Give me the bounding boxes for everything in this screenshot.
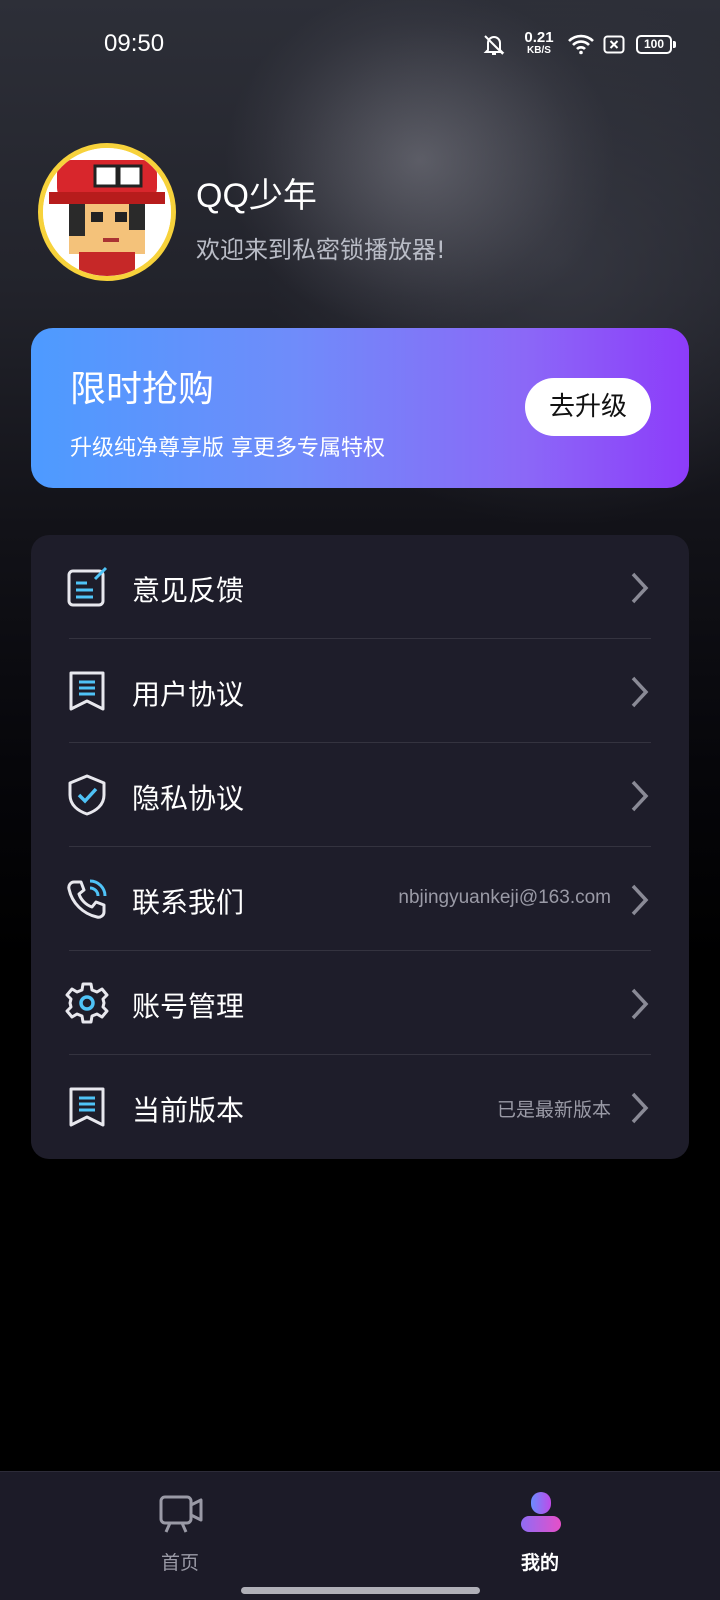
settings-menu: 意见反馈 用户协议 隐私协议 联系我们 nbjingyuankeji@163.c…: [31, 535, 689, 1159]
contact-email: nbjingyuankeji@163.com: [398, 887, 611, 908]
video-camera-icon: [159, 1495, 203, 1533]
menu-item-user-agreement[interactable]: 用户协议: [31, 639, 689, 743]
feedback-icon: [67, 566, 108, 607]
wifi-icon: [568, 34, 594, 55]
promo-subtitle: 升级纯净尊享版 享更多专属特权: [70, 436, 385, 461]
menu-item-label: 账号管理: [132, 990, 245, 1023]
version-status: 已是最新版本: [496, 1099, 611, 1121]
chevron-right-icon: [631, 988, 649, 1020]
menu-item-label: 隐私协议: [132, 782, 245, 815]
tab-home[interactable]: 首页: [80, 1472, 280, 1582]
welcome-text: 欢迎来到私密锁播放器!: [196, 236, 446, 264]
chevron-right-icon: [631, 884, 649, 916]
home-indicator[interactable]: [241, 1587, 480, 1594]
chevron-right-icon: [631, 676, 649, 708]
promo-title: 限时抢购: [70, 369, 215, 410]
chevron-right-icon: [631, 1092, 649, 1124]
upgrade-button[interactable]: 去升级: [525, 378, 651, 436]
bell-off-icon: [483, 35, 505, 55]
menu-item-label: 当前版本: [132, 1094, 245, 1127]
version-icon: [69, 1087, 105, 1127]
menu-item-label: 联系我们: [132, 886, 245, 919]
promo-banner[interactable]: 限时抢购 升级纯净尊享版 享更多专属特权 去升级: [31, 328, 689, 488]
battery-icon: 100: [636, 35, 676, 54]
avatar[interactable]: [38, 143, 176, 281]
menu-item-privacy[interactable]: 隐私协议: [31, 743, 689, 847]
bottom-tab-bar: 首页 我的: [0, 1471, 720, 1600]
chevron-right-icon: [631, 572, 649, 604]
menu-item-label: 意见反馈: [132, 574, 245, 607]
privacy-shield-icon: [68, 774, 106, 816]
network-speed: 0.21 KB/S: [524, 29, 554, 56]
menu-item-feedback[interactable]: 意见反馈: [31, 535, 689, 639]
menu-item-version[interactable]: 当前版本 已是最新版本: [31, 1055, 689, 1159]
sim-off-icon: [603, 35, 625, 54]
phone-icon: [67, 879, 107, 919]
tab-mine-label: 我的: [520, 1552, 559, 1574]
user-profile-icon: [521, 1492, 561, 1532]
status-time: 09:50: [104, 30, 165, 57]
chevron-right-icon: [631, 780, 649, 812]
menu-item-account[interactable]: 账号管理: [31, 951, 689, 1055]
tab-home-label: 首页: [160, 1552, 199, 1574]
user-agreement-icon: [69, 671, 105, 711]
username: QQ少年: [196, 177, 317, 215]
settings-gear-icon: [65, 982, 109, 1024]
tab-mine[interactable]: 我的: [440, 1472, 640, 1582]
status-bar: 09:50 0.21 KB/S 100: [0, 0, 720, 90]
menu-item-label: 用户协议: [132, 678, 245, 711]
avatar-pixel-art: [43, 148, 171, 276]
menu-item-contact[interactable]: 联系我们 nbjingyuankeji@163.com: [31, 847, 689, 951]
